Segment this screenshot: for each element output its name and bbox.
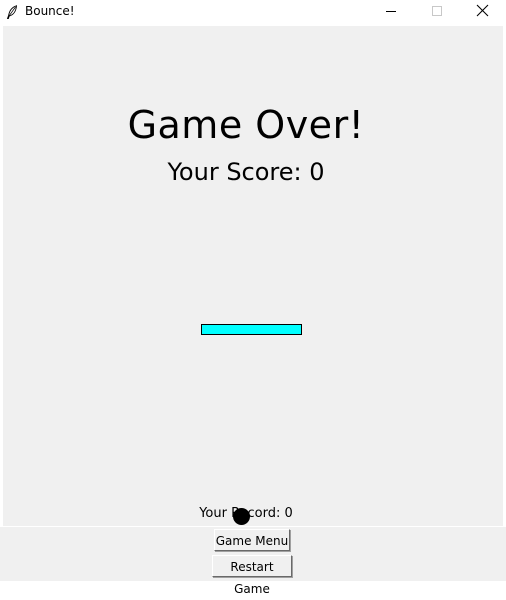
maximize-icon	[432, 6, 442, 16]
minimize-button[interactable]	[368, 0, 414, 23]
game-canvas[interactable]: Game Over! Your Score: 0 Your Record: 0	[3, 26, 503, 526]
game-menu-button[interactable]: Game Menu	[214, 529, 290, 551]
close-button[interactable]	[460, 0, 506, 23]
controls-panel: Game Menu Restart Game	[0, 526, 506, 596]
paddle	[201, 324, 302, 335]
title-bar[interactable]: Bounce!	[0, 0, 506, 23]
ball	[233, 508, 250, 525]
maximize-button[interactable]	[414, 0, 460, 23]
score-label: Your Score: 0	[167, 158, 325, 186]
minimize-icon	[386, 11, 396, 12]
close-icon	[476, 4, 489, 17]
game-over-heading: Game Over!	[127, 103, 365, 147]
window-title: Bounce!	[25, 4, 75, 18]
game-window: Bounce! Game Over! Your Score: 0 Your Re…	[0, 0, 506, 596]
restart-game-button[interactable]: Restart Game	[212, 555, 292, 596]
feather-icon	[6, 4, 18, 20]
